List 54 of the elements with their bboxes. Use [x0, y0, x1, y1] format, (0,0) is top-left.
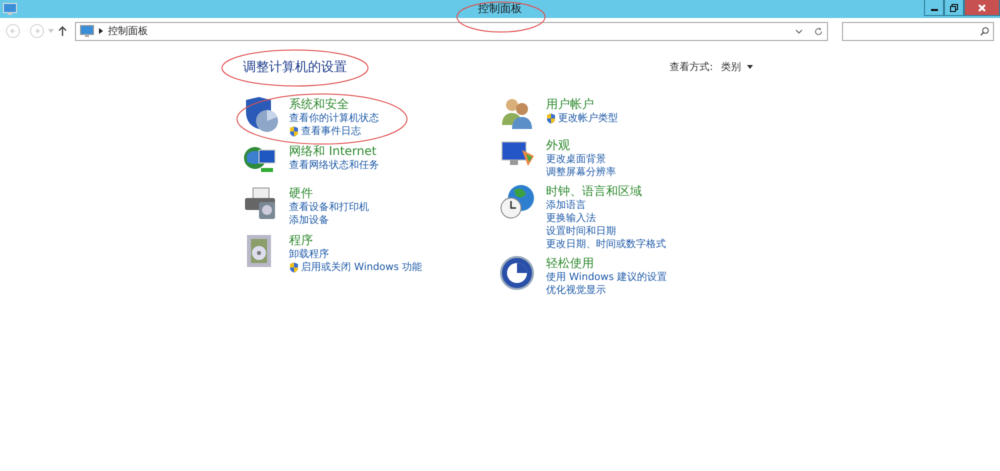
task-link[interactable]: 查看事件日志	[289, 125, 379, 138]
chevron-down-icon[interactable]	[795, 28, 803, 34]
category-title[interactable]: 硬件	[289, 186, 369, 201]
task-link[interactable]: 启用或关闭 Windows 功能	[289, 261, 422, 274]
search-icon	[980, 26, 989, 36]
task-link[interactable]: 设置时间和日期	[546, 225, 666, 238]
back-arrow-icon	[9, 27, 17, 35]
address-bar[interactable]: 控制面板	[75, 22, 828, 40]
task-link[interactable]: 调整屏幕分辨率	[546, 166, 616, 179]
category-title[interactable]: 程序	[289, 233, 422, 248]
task-link[interactable]: 添加设备	[289, 214, 369, 227]
task-link[interactable]: 使用 Windows 建议的设置	[546, 271, 667, 284]
up-button[interactable]	[58, 26, 67, 36]
minimize-button[interactable]	[924, 0, 944, 16]
restore-icon	[950, 4, 958, 12]
task-link[interactable]: 添加语言	[546, 199, 666, 212]
control-panel-icon	[80, 25, 94, 37]
category-title[interactable]: 轻松使用	[546, 256, 667, 271]
search-field[interactable]	[842, 22, 994, 40]
close-icon	[978, 4, 986, 12]
task-link[interactable]: 更换输入法	[546, 212, 666, 225]
restore-button[interactable]	[944, 0, 964, 16]
breadcrumb-arrow-icon	[99, 28, 103, 34]
task-link[interactable]: 卸载程序	[289, 248, 422, 261]
category-title[interactable]: 外观	[546, 138, 616, 153]
category-title[interactable]: 系统和安全	[289, 97, 379, 112]
forward-arrow-icon	[33, 27, 41, 35]
window-title: 控制面板	[478, 1, 522, 17]
task-link[interactable]: 更改日期、时间或数字格式	[546, 238, 666, 251]
task-link[interactable]: 优化视觉显示	[546, 284, 667, 297]
caret-icon	[747, 65, 753, 69]
accessibility-icon	[500, 256, 534, 290]
task-link[interactable]: 更改帐户类型	[546, 112, 618, 125]
task-link[interactable]: 查看网络状态和任务	[289, 159, 379, 172]
refresh-icon[interactable]	[814, 26, 823, 36]
category-title[interactable]: 网络和 Internet	[289, 144, 379, 159]
page-heading: 调整计算机的设置	[243, 59, 347, 76]
category-title[interactable]: 用户帐户	[546, 97, 618, 112]
globe-clock-icon	[500, 184, 536, 220]
shield-icon	[289, 126, 299, 137]
close-button[interactable]	[964, 0, 1000, 16]
up-arrow-icon	[58, 26, 67, 36]
shield-pie-chart-icon	[243, 97, 279, 133]
shield-icon	[289, 262, 299, 273]
caret-icon	[48, 29, 54, 33]
breadcrumb-item[interactable]: 控制面板	[108, 24, 790, 38]
shield-icon	[546, 113, 556, 124]
control-panel-icon	[3, 3, 17, 15]
task-link[interactable]: 更改桌面背景	[546, 153, 616, 166]
task-link[interactable]: 查看你的计算机状态	[289, 112, 379, 125]
view-by-label: 查看方式:	[670, 60, 713, 74]
task-link[interactable]: 查看设备和打印机	[289, 201, 369, 214]
category-title[interactable]: 时钟、语言和区域	[546, 184, 666, 199]
view-by-dropdown[interactable]: 类别	[721, 60, 753, 74]
